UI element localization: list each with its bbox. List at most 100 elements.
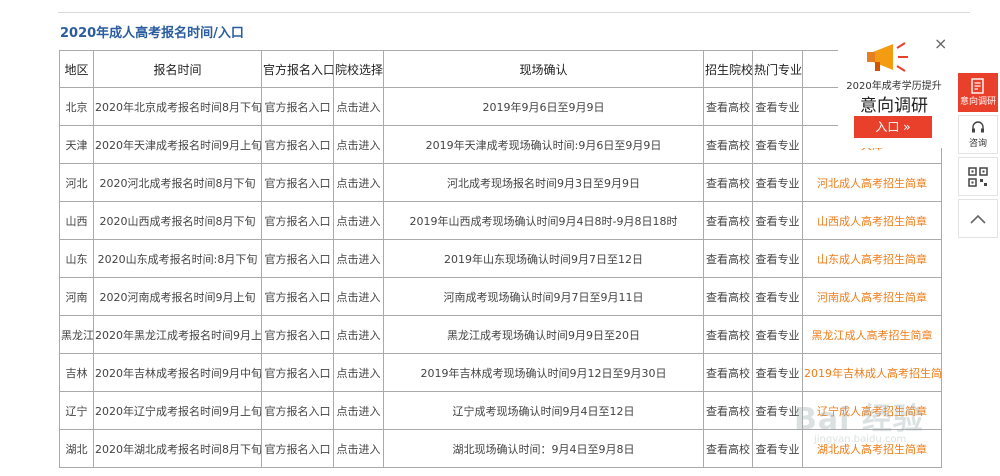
view-majors-link[interactable]: 查看专业 bbox=[756, 253, 800, 266]
cell-signup-time: 2020河南成考报名时间9月上旬 bbox=[93, 277, 262, 316]
official-entry-link[interactable]: 官方报名入口 bbox=[265, 101, 331, 114]
table-cell: 点击进入 bbox=[333, 201, 384, 240]
view-colleges-link[interactable]: 查看高校 bbox=[706, 253, 750, 266]
admission-notice-link[interactable]: 2019年吉林成人高考招生简章 bbox=[804, 367, 941, 380]
school-select-link[interactable]: 点击进入 bbox=[337, 215, 381, 228]
view-majors-link[interactable]: 查看专业 bbox=[756, 329, 800, 342]
cell-onsite-confirm: 2019年吉林成考现场确认时间9月12日至9月30日 bbox=[383, 353, 704, 392]
header-signup-time: 报名时间 bbox=[93, 50, 262, 88]
top-divider bbox=[58, 12, 970, 13]
view-colleges-link[interactable]: 查看高校 bbox=[706, 329, 750, 342]
table-cell: 点击进入 bbox=[333, 163, 384, 202]
cell-signup-time: 2020年北京成考报名时间8月下旬 bbox=[93, 87, 262, 126]
admission-notice-link[interactable]: 河南成人高考招生简章 bbox=[817, 291, 927, 304]
cell-region: 天津 bbox=[59, 125, 94, 164]
table-row: 河北 2020河北成考报名时间8月下旬 官方报名入口 点击进入 河北成考现场报名时间9月… bbox=[59, 163, 942, 202]
table-cell: 点击进入 bbox=[333, 277, 384, 316]
official-entry-link[interactable]: 官方报名入口 bbox=[265, 443, 331, 456]
view-majors-link[interactable]: 查看专业 bbox=[756, 101, 800, 114]
header-school-choice: 院校选择 bbox=[333, 50, 384, 88]
cell-onsite-confirm: 黑龙江成考现场确认时间9月9日至20日 bbox=[383, 315, 704, 354]
table-cell: 查看高校 bbox=[703, 391, 753, 430]
school-select-link[interactable]: 点击进入 bbox=[337, 177, 381, 190]
official-entry-link[interactable]: 官方报名入口 bbox=[265, 329, 331, 342]
cell-region: 北京 bbox=[59, 87, 94, 126]
school-select-link[interactable]: 点击进入 bbox=[337, 139, 381, 152]
table-row: 山西 2020山西成考报名时间8月下旬 官方报名入口 点击进入 2019年山西成考现场确… bbox=[59, 201, 942, 240]
view-colleges-link[interactable]: 查看高校 bbox=[706, 177, 750, 190]
cell-onsite-confirm: 河北成考现场报名时间9月3日至9月9日 bbox=[383, 163, 704, 202]
school-select-link[interactable]: 点击进入 bbox=[337, 367, 381, 380]
official-entry-link[interactable]: 官方报名入口 bbox=[265, 405, 331, 418]
school-select-link[interactable]: 点击进入 bbox=[337, 443, 381, 456]
admission-notice-link[interactable]: 山西成人高考招生简章 bbox=[817, 215, 927, 228]
cell-signup-time: 2020年辽宁成考报名时间9月上旬 bbox=[93, 391, 262, 430]
table-cell: 官方报名入口 bbox=[261, 163, 334, 202]
table-cell: 查看专业 bbox=[752, 163, 803, 202]
table-cell: 查看高校 bbox=[703, 315, 753, 354]
section-title: 2020年成人高考报名时间/入口 bbox=[60, 26, 244, 41]
table-cell: 山东成人高考招生简章 bbox=[802, 239, 942, 278]
official-entry-link[interactable]: 官方报名入口 bbox=[265, 139, 331, 152]
view-colleges-link[interactable]: 查看高校 bbox=[706, 405, 750, 418]
admission-notice-link[interactable]: 河北成人高考招生简章 bbox=[817, 177, 927, 190]
view-majors-link[interactable]: 查看专业 bbox=[756, 139, 800, 152]
table-cell: 点击进入 bbox=[333, 429, 384, 468]
sidebar-consult-label: 咨询 bbox=[968, 139, 987, 149]
promo-enter-button[interactable]: 入口 » bbox=[854, 116, 932, 138]
view-majors-link[interactable]: 查看专业 bbox=[756, 177, 800, 190]
official-entry-link[interactable]: 官方报名入口 bbox=[265, 253, 331, 266]
table-cell: 官方报名入口 bbox=[261, 315, 334, 354]
close-icon[interactable]: × bbox=[934, 34, 947, 53]
school-select-link[interactable]: 点击进入 bbox=[337, 405, 381, 418]
school-select-link[interactable]: 点击进入 bbox=[337, 253, 381, 266]
sidebar-qrcode-button[interactable] bbox=[958, 157, 998, 196]
view-majors-link[interactable]: 查看专业 bbox=[756, 215, 800, 228]
official-entry-link[interactable]: 官方报名入口 bbox=[265, 291, 331, 304]
school-select-link[interactable]: 点击进入 bbox=[337, 101, 381, 114]
header-region: 地区 bbox=[59, 50, 94, 88]
table-cell: 查看专业 bbox=[752, 239, 803, 278]
sidebar-consult-button[interactable]: 咨询 bbox=[958, 115, 998, 154]
sidebar-back-to-top-button[interactable] bbox=[958, 199, 998, 238]
official-entry-link[interactable]: 官方报名入口 bbox=[265, 215, 331, 228]
survey-promo-popup: × 2020年成考学历提升 意向调研 入口 » bbox=[838, 34, 950, 148]
table-cell: 查看高校 bbox=[703, 277, 753, 316]
cell-signup-time: 2020山西成考报名时间8月下旬 bbox=[93, 201, 262, 240]
table-cell: 查看高校 bbox=[703, 125, 753, 164]
headset-icon bbox=[972, 121, 984, 133]
table-cell: 点击进入 bbox=[333, 239, 384, 278]
table-row: 山东 2020山东成考报名时间:8月下旬 官方报名入口 点击进入 2019年山东现场确认… bbox=[59, 239, 942, 278]
view-colleges-link[interactable]: 查看高校 bbox=[706, 291, 750, 304]
school-select-link[interactable]: 点击进入 bbox=[337, 291, 381, 304]
form-icon bbox=[971, 78, 984, 94]
view-colleges-link[interactable]: 查看高校 bbox=[706, 443, 750, 456]
official-entry-link[interactable]: 官方报名入口 bbox=[265, 367, 331, 380]
view-majors-link[interactable]: 查看专业 bbox=[756, 367, 800, 380]
view-colleges-link[interactable]: 查看高校 bbox=[706, 139, 750, 152]
table-cell: 官方报名入口 bbox=[261, 429, 334, 468]
header-official-entry: 官方报名入口 bbox=[261, 50, 334, 88]
cell-onsite-confirm: 2019年山西成考现场确认时间9月4日8时-9月8日18时 bbox=[383, 201, 704, 240]
cell-onsite-confirm: 河南成考现场确认时间9月7日至9月11日 bbox=[383, 277, 704, 316]
official-entry-link[interactable]: 官方报名入口 bbox=[265, 177, 331, 190]
header-majors: 热门专业 bbox=[752, 50, 803, 88]
view-colleges-link[interactable]: 查看高校 bbox=[706, 367, 750, 380]
view-majors-link[interactable]: 查看专业 bbox=[756, 291, 800, 304]
cell-onsite-confirm: 2019年山东现场确认时间9月7日至12日 bbox=[383, 239, 704, 278]
right-toolbar: 意向调研 咨询 bbox=[958, 73, 998, 241]
admission-notice-link[interactable]: 黑龙江成人高考招生简章 bbox=[812, 329, 933, 342]
cell-onsite-confirm: 湖北现场确认时间：9月4日至9月8日 bbox=[383, 429, 704, 468]
view-colleges-link[interactable]: 查看高校 bbox=[706, 101, 750, 114]
view-colleges-link[interactable]: 查看高校 bbox=[706, 215, 750, 228]
cell-onsite-confirm: 辽宁成考现场确认时间9月4日至12日 bbox=[383, 391, 704, 430]
watermark-url: jingyan.baidu.com bbox=[814, 434, 907, 445]
table-cell: 山西成人高考招生简章 bbox=[802, 201, 942, 240]
admission-notice-link[interactable]: 山东成人高考招生简章 bbox=[817, 253, 927, 266]
table-cell: 查看专业 bbox=[752, 315, 803, 354]
sidebar-survey-button[interactable]: 意向调研 bbox=[958, 73, 998, 112]
school-select-link[interactable]: 点击进入 bbox=[337, 329, 381, 342]
table-cell: 官方报名入口 bbox=[261, 87, 334, 126]
table-cell: 点击进入 bbox=[333, 315, 384, 354]
table-cell: 查看专业 bbox=[752, 277, 803, 316]
